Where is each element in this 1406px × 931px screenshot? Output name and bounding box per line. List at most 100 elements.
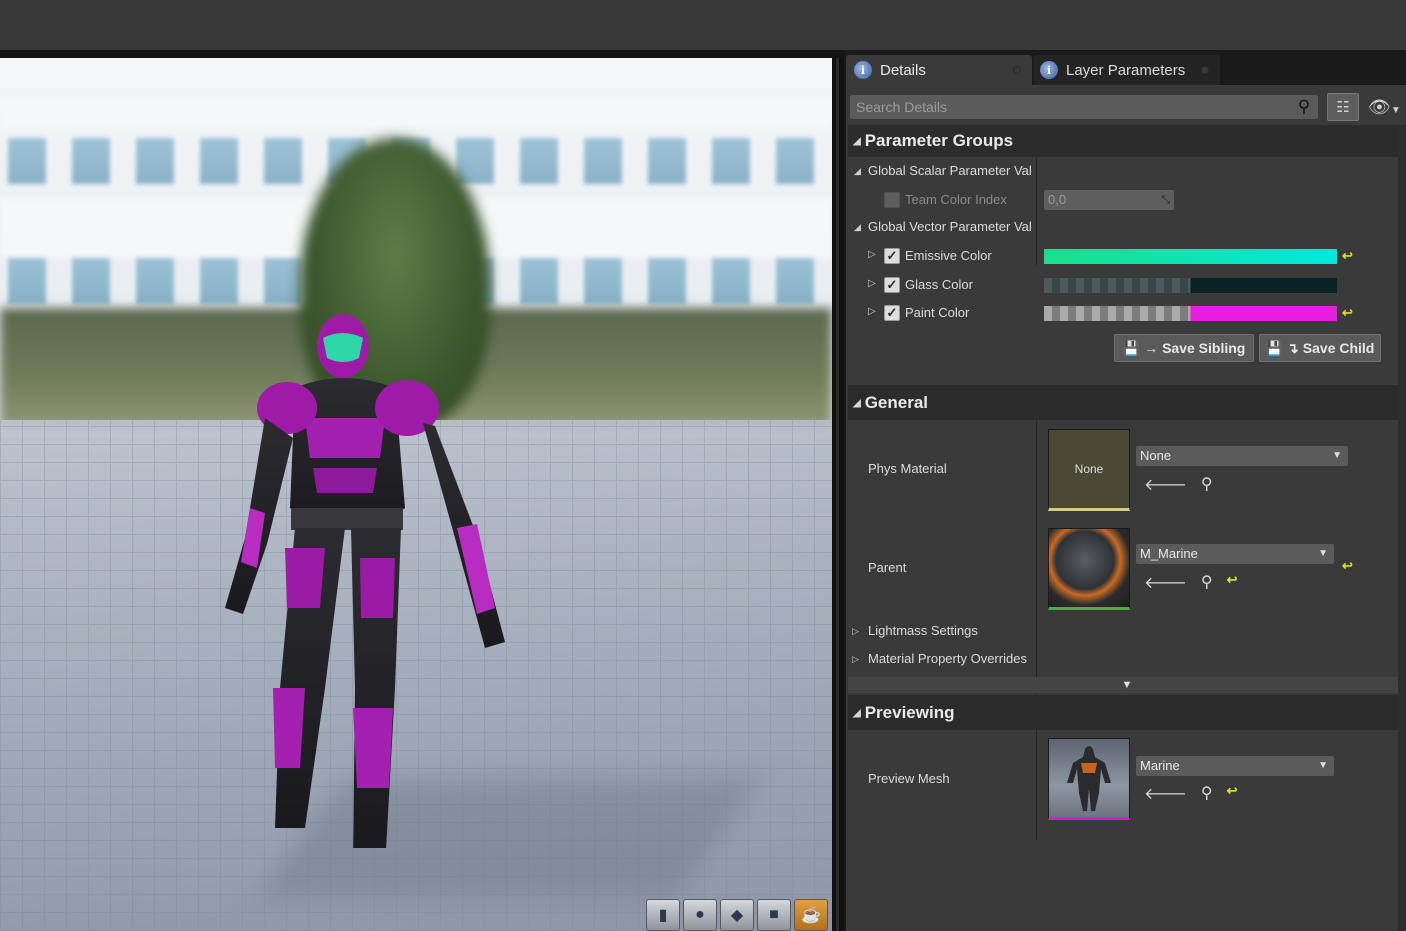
plane-preview-button[interactable]: ◆ — [720, 899, 754, 931]
tab-details[interactable]: i Details — [846, 55, 1032, 85]
preview-mesh-value: Marine — [1140, 758, 1180, 773]
section-title: Parameter Groups — [864, 131, 1014, 150]
emissive-color-swatch[interactable] — [1044, 249, 1337, 264]
team-color-index-label: Team Color Index — [905, 192, 1007, 207]
thumbnail-none-text: None — [1074, 462, 1104, 476]
tab-close-icon[interactable] — [1014, 67, 1020, 73]
glass-color-label: Glass Color — [905, 277, 973, 292]
section-general[interactable]: ◢ General — [848, 385, 1406, 420]
save-sibling-button[interactable]: 💾 → Save Sibling — [1114, 334, 1254, 362]
table-view-button[interactable]: ☷ — [1327, 93, 1359, 121]
team-color-index-checkbox[interactable] — [884, 192, 900, 208]
advanced-expand-bar[interactable]: ▼ — [848, 677, 1406, 693]
expand-arrow-icon: ▷ — [852, 654, 859, 664]
browse-magnifier-icon[interactable]: ⚲ — [1201, 474, 1213, 495]
save-child-button[interactable]: 💾 ↴ Save Child — [1259, 334, 1381, 362]
section-previewing[interactable]: ◢ Previewing — [848, 695, 1406, 730]
team-color-index-value: 0,0 — [1048, 192, 1067, 207]
expand-arrow-icon[interactable]: ▷ — [868, 306, 876, 317]
paint-color-row: ▷ ✓ Paint Color ↩ — [848, 299, 1406, 327]
parent-row: Parent M_Marine ▼ 🡐 ⚲ ↩ ↩ — [848, 525, 1406, 611]
sphere-preview-button[interactable]: ● — [683, 899, 717, 931]
parent-actions: 🡐 ⚲ ↩ — [1144, 572, 1238, 593]
vector-parameter-group[interactable]: ◢ Global Vector Parameter Val — [848, 213, 1406, 241]
use-selected-arrow-icon[interactable]: 🡐 — [1144, 474, 1187, 495]
details-content: Search Details ⚲ ☷ 👁▼ ◢ Parameter Groups … — [846, 85, 1406, 931]
group-label: Global Vector Parameter Val — [868, 219, 1032, 234]
phys-material-value: None — [1140, 448, 1172, 463]
collapse-arrow-icon: ◢ — [853, 708, 861, 720]
tab-close-icon[interactable] — [1202, 67, 1208, 73]
reset-to-default-icon[interactable]: ↩ — [1342, 558, 1353, 574]
browse-magnifier-icon[interactable]: ⚲ — [1201, 783, 1213, 804]
phys-material-dropdown[interactable]: None ▼ — [1136, 446, 1348, 466]
glass-color-swatch[interactable] — [1044, 278, 1337, 293]
tab-details-label: Details — [880, 61, 926, 79]
panel-tabs: i Details i Layer Parameters — [844, 50, 1406, 85]
building-band — [0, 98, 832, 128]
preview-mesh-thumbnail[interactable] — [1048, 738, 1130, 820]
expand-arrow-icon[interactable]: ▷ — [868, 249, 876, 260]
browse-magnifier-icon[interactable]: ⚲ — [1201, 572, 1213, 593]
collapse-arrow-icon: ◢ — [854, 222, 861, 232]
group-label: Material Property Overrides — [868, 651, 1027, 666]
search-details-input[interactable]: Search Details ⚲ — [850, 95, 1318, 119]
glass-color-row: ▷ ✓ Glass Color — [848, 271, 1406, 299]
tab-layer-parameters-label: Layer Parameters — [1066, 61, 1186, 79]
phys-material-label: Phys Material — [868, 461, 947, 476]
expand-arrow-icon: ▷ — [852, 626, 859, 636]
expand-arrow-icon[interactable]: ▷ — [868, 278, 876, 289]
preview-viewport[interactable]: ▮ ● ◆ ■ ☕ — [0, 58, 832, 931]
tab-layer-parameters[interactable]: i Layer Parameters — [1034, 55, 1220, 85]
parent-label: Parent — [868, 560, 907, 575]
chevron-down-icon: ▼ — [1390, 105, 1401, 116]
parent-material-thumbnail[interactable] — [1048, 528, 1130, 610]
team-color-index-field[interactable]: 0,0 ⤡ — [1044, 190, 1174, 210]
reset-to-default-icon[interactable]: ↩ — [1342, 248, 1353, 264]
save-child-label: Save Child — [1302, 340, 1375, 356]
mesh-preview-button[interactable]: ☕ — [794, 899, 828, 931]
save-floppy-icon: 💾 — [1122, 339, 1141, 356]
scalar-parameter-group[interactable]: ◢ Global Scalar Parameter Val — [848, 157, 1406, 185]
magnifier-icon: ⚲ — [1297, 97, 1311, 116]
cylinder-icon: ▮ — [658, 907, 668, 924]
material-property-overrides-group[interactable]: ▷ Material Property Overrides — [848, 645, 1406, 673]
reset-to-default-icon[interactable]: ↩ — [1342, 305, 1353, 321]
reset-to-default-icon[interactable]: ↩ — [1227, 572, 1238, 593]
save-floppy-icon: 💾 — [1265, 339, 1284, 356]
info-icon: i — [854, 61, 872, 79]
emissive-color-checkbox[interactable]: ✓ — [884, 248, 900, 264]
info-icon: i — [1040, 61, 1058, 79]
teapot-icon: ☕ — [801, 907, 821, 924]
view-options-button[interactable]: 👁▼ — [1368, 95, 1406, 119]
details-scrollbar[interactable] — [1398, 125, 1406, 931]
expand-down-icon: ▼ — [1121, 679, 1133, 691]
collapse-arrow-icon: ◢ — [853, 398, 861, 410]
plane-icon: ◆ — [730, 907, 744, 924]
preview-mesh-dropdown[interactable]: Marine ▼ — [1136, 756, 1334, 776]
phys-material-thumbnail[interactable]: None — [1048, 429, 1130, 511]
marine-thumbnail-icon — [1067, 746, 1111, 811]
chevron-down-icon: ▼ — [1318, 548, 1328, 559]
parent-dropdown[interactable]: M_Marine ▼ — [1136, 544, 1334, 564]
paint-color-checkbox[interactable]: ✓ — [884, 305, 900, 321]
glass-color-checkbox[interactable]: ✓ — [884, 277, 900, 293]
paint-color-swatch[interactable] — [1044, 306, 1337, 321]
use-selected-arrow-icon[interactable]: 🡐 — [1144, 572, 1187, 593]
details-panel: i Details i Layer Parameters Search Deta… — [844, 50, 1406, 931]
section-parameter-groups[interactable]: ◢ Parameter Groups — [848, 125, 1406, 157]
section-title: Previewing — [864, 703, 955, 722]
preview-mesh-row: Preview Mesh Marine ▼ 🡐 ⚲ ↩ — [848, 736, 1406, 822]
reset-to-default-icon[interactable]: ↩ — [1227, 783, 1238, 804]
use-selected-arrow-icon[interactable]: 🡐 — [1144, 783, 1187, 804]
chevron-down-icon: ▼ — [1332, 450, 1342, 461]
section-title: General — [864, 393, 929, 412]
arrow-right-icon: → — [1144, 340, 1159, 356]
lightmass-settings-group[interactable]: ▷ Lightmass Settings — [848, 617, 1406, 645]
chevron-down-icon: ▼ — [1318, 760, 1328, 771]
arrow-down-icon: ↴ — [1287, 339, 1299, 356]
resize-drag-icon: ⤡ — [1161, 194, 1170, 206]
cylinder-preview-button[interactable]: ▮ — [646, 899, 680, 931]
cube-preview-button[interactable]: ■ — [757, 899, 791, 931]
group-label: Global Scalar Parameter Val — [868, 163, 1032, 178]
